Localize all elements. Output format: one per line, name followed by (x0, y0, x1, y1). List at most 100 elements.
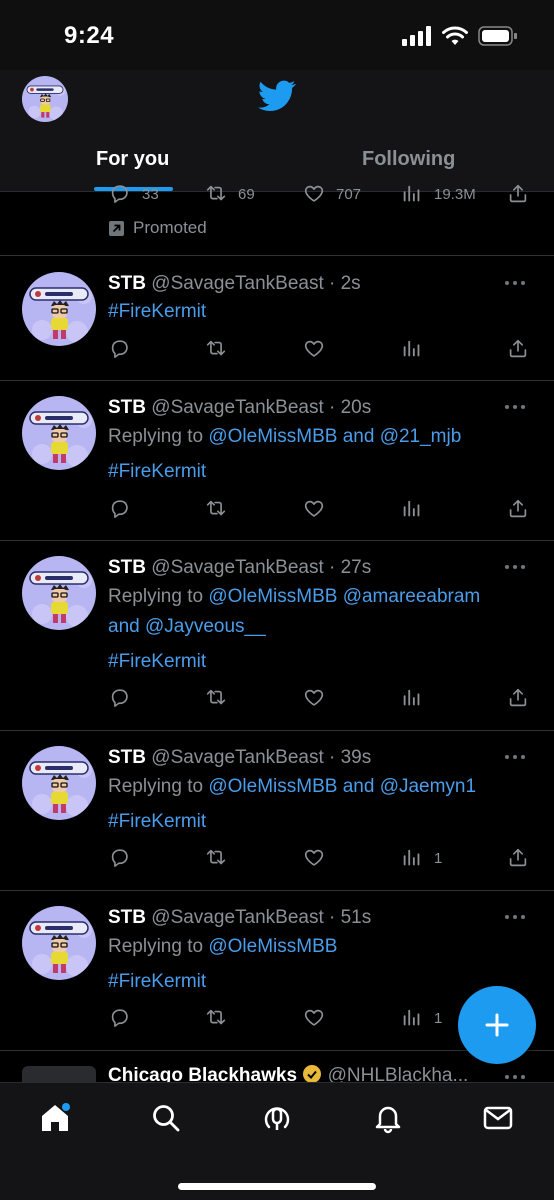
author-handle-time: @SavageTankBeast · 27s (151, 557, 372, 578)
reply-button[interactable] (108, 497, 132, 521)
replying-to-line: Replying to @OleMissMBB and @Jaemyn1 (108, 776, 477, 797)
home-icon (42, 1103, 70, 1131)
author-name[interactable]: STB (108, 273, 146, 294)
tweet[interactable]: STB @SavageTankBeast · 20s Replying to @… (0, 381, 554, 541)
mention-link[interactable]: @OleMissMBB @amareeabram (208, 586, 480, 607)
share-button[interactable] (506, 686, 530, 710)
replying-to-line: Replying to @OleMissMBB (108, 936, 338, 957)
author-name[interactable]: Chicago Blackhawks (108, 1065, 297, 1082)
retweet-button[interactable] (204, 1006, 228, 1030)
avatar[interactable] (22, 272, 96, 346)
tweet[interactable]: STB @SavageTankBeast · 2s #FireKermit (0, 257, 554, 381)
views-button[interactable]: 1 (400, 846, 442, 870)
more-options-icon[interactable] (504, 1074, 526, 1080)
mention-link[interactable]: @OleMissMBB (208, 426, 337, 447)
like-button[interactable] (302, 686, 326, 710)
profile-avatar-button[interactable] (22, 76, 68, 122)
retweet-button[interactable] (204, 497, 228, 521)
views-button[interactable] (400, 497, 424, 521)
tweet-header: Chicago Blackhawks @NHLBlackha... (108, 1064, 468, 1082)
author-name[interactable]: STB (108, 907, 146, 928)
twitter-bird-icon[interactable] (258, 80, 296, 112)
mention-link[interactable]: and @Jayveous__ (108, 616, 266, 638)
replying-to-line: Replying to @OleMissMBB @amareeabram (108, 586, 481, 607)
retweet-button[interactable] (204, 337, 228, 361)
bottom-navigation (0, 1082, 554, 1200)
nav-search[interactable] (146, 1101, 186, 1135)
compose-tweet-button[interactable] (458, 986, 536, 1064)
tab-for-you[interactable]: For you (96, 148, 169, 171)
hashtag-link[interactable]: #FireKermit (108, 971, 206, 993)
retweet-button[interactable]: 69 (204, 182, 255, 206)
reply-button[interactable] (108, 337, 132, 361)
avatar[interactable] (22, 906, 96, 980)
avatar[interactable] (22, 396, 96, 470)
share-button[interactable] (506, 337, 530, 361)
author-handle: @NHLBlackha... (327, 1065, 469, 1082)
nav-messages[interactable] (478, 1101, 518, 1135)
top-header: For you Following (0, 70, 554, 192)
views-button[interactable] (400, 337, 424, 361)
share-button[interactable] (506, 846, 530, 870)
more-options-icon[interactable] (504, 564, 526, 570)
nav-notifications[interactable] (368, 1101, 408, 1135)
avatar[interactable] (22, 746, 96, 820)
share-button[interactable] (506, 182, 530, 206)
views-button[interactable]: 19.3M (400, 182, 476, 206)
tweet[interactable]: STB @SavageTankBeast · 27s Replying to @… (0, 541, 554, 731)
tweet-header: STB @SavageTankBeast · 27s (108, 557, 371, 579)
more-options-icon[interactable] (504, 404, 526, 410)
plus-icon (485, 1013, 509, 1037)
like-button[interactable] (302, 497, 326, 521)
tweet[interactable]: STB @SavageTankBeast · 39s Replying to @… (0, 731, 554, 891)
retweet-button[interactable] (204, 846, 228, 870)
mail-icon (483, 1106, 513, 1130)
reply-button[interactable] (108, 686, 132, 710)
promoted-label: Promoted (108, 218, 207, 238)
promoted-arrow-icon (109, 220, 124, 236)
author-name[interactable]: STB (108, 747, 146, 768)
author-handle-time: @SavageTankBeast · 39s (151, 747, 372, 768)
reply-button[interactable] (108, 1006, 132, 1030)
more-options-icon[interactable] (504, 754, 526, 760)
promoted-tweet[interactable]: 33 69 707 19.3M Promoted (0, 184, 554, 256)
hashtag-link[interactable]: #FireKermit (108, 811, 206, 833)
like-button[interactable]: 707 (302, 182, 361, 206)
nav-spaces[interactable] (257, 1101, 297, 1135)
promoted-actions: 33 69 707 19.3M (108, 182, 532, 204)
reply-button[interactable]: 33 (108, 182, 159, 206)
share-button[interactable] (506, 497, 530, 521)
author-handle-time: @SavageTankBeast · 51s (151, 907, 372, 928)
hashtag-link[interactable]: #FireKermit (108, 301, 206, 323)
mention-link[interactable]: @Jaemyn1 (380, 776, 476, 797)
like-button[interactable] (302, 337, 326, 361)
tab-following[interactable]: Following (362, 148, 455, 171)
hashtag-link[interactable]: #FireKermit (108, 461, 206, 483)
tweet-actions: 1 (108, 846, 532, 870)
status-time: 9:24 (64, 22, 115, 49)
avatar[interactable] (22, 1066, 96, 1082)
verified-badge-icon (303, 1065, 322, 1082)
more-options-icon[interactable] (504, 914, 526, 920)
tweet-actions (108, 497, 532, 521)
like-button[interactable] (302, 1006, 326, 1030)
avatar[interactable] (22, 556, 96, 630)
mention-link[interactable]: @OleMissMBB (208, 776, 337, 797)
retweet-button[interactable] (204, 686, 228, 710)
reply-button[interactable] (108, 846, 132, 870)
like-button[interactable] (302, 846, 326, 870)
hashtag-link[interactable]: #FireKermit (108, 651, 206, 673)
mention-link[interactable]: @21_mjb (380, 426, 462, 447)
more-options-icon[interactable] (504, 280, 526, 286)
tweet-actions (108, 686, 532, 710)
author-handle-time: @SavageTankBeast · 2s (151, 273, 361, 294)
bell-icon (375, 1106, 401, 1134)
battery-icon (478, 26, 517, 46)
search-icon (153, 1105, 180, 1132)
author-name[interactable]: STB (108, 557, 146, 578)
author-name[interactable]: STB (108, 397, 146, 418)
views-button[interactable] (400, 686, 424, 710)
nav-home[interactable] (35, 1101, 75, 1135)
views-button[interactable]: 1 (400, 1006, 442, 1030)
mention-link[interactable]: @OleMissMBB (208, 936, 337, 957)
